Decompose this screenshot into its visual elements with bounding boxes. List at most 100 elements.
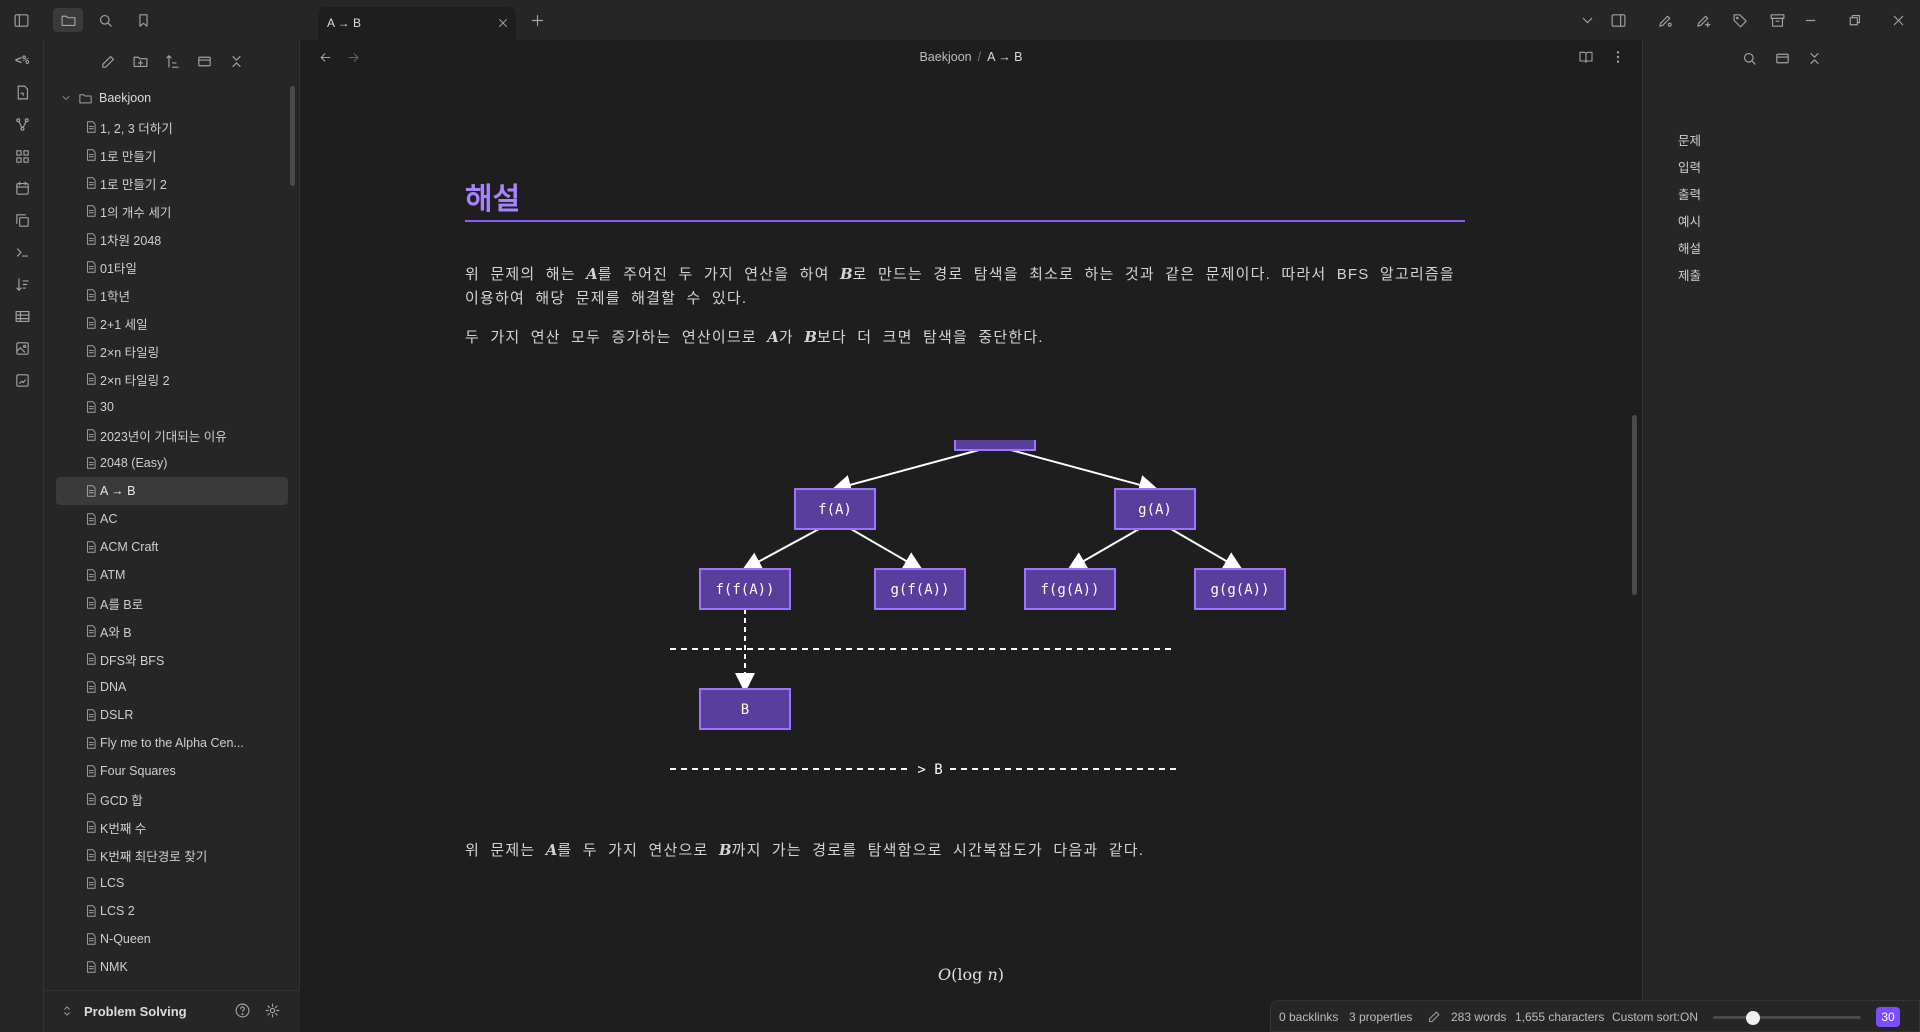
help-button[interactable] xyxy=(234,1002,251,1022)
outline-collapse-button[interactable] xyxy=(1806,50,1823,70)
close-window-button[interactable] xyxy=(1883,8,1913,32)
file-item[interactable]: A → B xyxy=(56,477,288,505)
file-item[interactable]: 1, 2, 3 더하기 xyxy=(56,113,288,141)
bookmarks-view-button[interactable] xyxy=(128,8,158,32)
file-item[interactable]: 1차원 2048 xyxy=(56,225,288,253)
file-item[interactable]: 1학년 xyxy=(56,281,288,309)
file-item[interactable]: K번째 수 xyxy=(56,813,288,841)
explorer-scrollbar[interactable] xyxy=(290,86,295,186)
templates-button[interactable] xyxy=(12,210,32,230)
properties-count[interactable]: 3 properties xyxy=(1349,1010,1412,1024)
outline-view-button[interactable] xyxy=(1774,50,1791,70)
tab-close-button[interactable] xyxy=(494,14,512,32)
restore-button[interactable] xyxy=(1839,8,1869,32)
file-item[interactable]: ACM Craft xyxy=(56,533,288,561)
change-sort-button[interactable] xyxy=(160,50,184,72)
file-label: Fly me to the Alpha Cen... xyxy=(100,736,244,750)
settings-button[interactable] xyxy=(264,1002,281,1022)
search-view-button[interactable] xyxy=(90,8,120,32)
file-item[interactable]: DNA xyxy=(56,673,288,701)
editor-scrollbar[interactable] xyxy=(1632,415,1637,595)
outline-search-button[interactable] xyxy=(1741,50,1758,70)
outline-item[interactable]: 해설 xyxy=(1678,238,1701,257)
outline-item[interactable]: 예시 xyxy=(1678,211,1701,230)
file-item[interactable]: 1로 만들기 xyxy=(56,141,288,169)
file-item[interactable]: 2048 (Easy) xyxy=(56,449,288,477)
file-item[interactable]: ATM xyxy=(56,561,288,589)
file-item[interactable]: 1의 개수 세기 xyxy=(56,197,288,225)
file-item[interactable]: DSLR xyxy=(56,701,288,729)
toggle-right-sidebar-button[interactable] xyxy=(1603,8,1633,32)
more-options-button[interactable] xyxy=(1610,49,1626,68)
file-item[interactable]: AC xyxy=(56,505,288,533)
edge-l1_left-l2_1 xyxy=(741,528,820,571)
publish-button[interactable] xyxy=(1688,8,1718,32)
zoom-slider-knob[interactable] xyxy=(1745,1011,1760,1025)
breadcrumb-file[interactable]: A → B xyxy=(987,50,1022,64)
file-item[interactable]: 01타일 xyxy=(56,253,288,281)
file-label: K번째 수 xyxy=(100,821,147,836)
open-quick-switcher-button[interactable] xyxy=(12,82,32,102)
reading-view-button[interactable] xyxy=(1578,49,1594,68)
file-item[interactable]: K번째 최단경로 찾기 xyxy=(56,841,288,869)
new-folder-button[interactable] xyxy=(128,50,152,72)
table-button[interactable] xyxy=(12,306,32,326)
new-note-button[interactable] xyxy=(96,50,120,72)
vault-switcher[interactable]: Problem Solving xyxy=(44,990,300,1032)
outline-item[interactable]: 출력 xyxy=(1678,184,1701,203)
backlinks-count[interactable]: 0 backlinks xyxy=(1279,1010,1338,1024)
collapse-all-button[interactable] xyxy=(224,50,248,72)
command-palette-button[interactable] xyxy=(12,242,32,262)
tab-a-to-b[interactable]: A → B xyxy=(318,7,516,40)
sync-button[interactable] xyxy=(1650,8,1680,32)
templater-button[interactable]: <% xyxy=(12,50,32,70)
file-item[interactable]: 2023년이 기대되는 이유 xyxy=(56,421,288,449)
outline-item[interactable]: 입력 xyxy=(1678,157,1701,176)
graph-view-button[interactable] xyxy=(12,114,32,134)
image-button[interactable] xyxy=(12,338,32,358)
toggle-left-sidebar-button[interactable] xyxy=(6,8,36,32)
sort-button[interactable] xyxy=(12,274,32,294)
file-item[interactable]: LCS xyxy=(56,869,288,897)
excalidraw-button[interactable] xyxy=(12,370,32,390)
file-item[interactable]: 2+1 세일 xyxy=(56,309,288,337)
daily-note-button[interactable] xyxy=(12,178,32,198)
file-item[interactable]: A를 B로 xyxy=(56,589,288,617)
file-icon xyxy=(87,933,96,945)
folder-baekjoon[interactable]: Baekjoon xyxy=(60,88,151,108)
file-item[interactable]: 30 xyxy=(56,393,288,421)
file-icon xyxy=(87,569,96,581)
zoom-value-badge[interactable]: 30 xyxy=(1876,1007,1900,1027)
outline-item[interactable]: 문제 xyxy=(1678,130,1701,149)
file-list: 1, 2, 3 더하기 1로 만들기 1로 만들기 2 1의 개수 세기 1차원 204… xyxy=(56,113,288,981)
custom-sort-status[interactable]: Custom sort:ON xyxy=(1612,1010,1698,1024)
file-item[interactable]: N-Queen xyxy=(56,925,288,953)
tab-list-button[interactable] xyxy=(1572,8,1602,32)
file-label: ATM xyxy=(100,568,126,582)
auto-reveal-button[interactable] xyxy=(192,50,216,72)
minimize-button[interactable] xyxy=(1795,8,1825,32)
breadcrumb-folder[interactable]: Baekjoon xyxy=(919,50,971,64)
file-item[interactable]: 2×n 타일링 2 xyxy=(56,365,288,393)
files-view-button[interactable] xyxy=(53,8,83,32)
outline-item[interactable]: 제출 xyxy=(1678,265,1701,284)
file-item[interactable]: LCS 2 xyxy=(56,897,288,925)
file-icon xyxy=(87,317,96,329)
file-item[interactable]: Fly me to the Alpha Cen... xyxy=(56,729,288,757)
zoom-slider[interactable] xyxy=(1713,1011,1861,1025)
file-item[interactable]: DFS와 BFS xyxy=(56,645,288,673)
archive-button[interactable] xyxy=(1762,8,1792,32)
file-item[interactable]: 1로 만들기 2 xyxy=(56,169,288,197)
canvas-button[interactable] xyxy=(12,146,32,166)
file-item[interactable]: 2×n 타일링 xyxy=(56,337,288,365)
file-icon xyxy=(87,541,96,553)
tags-button[interactable] xyxy=(1725,8,1755,32)
file-item[interactable]: Four Squares xyxy=(56,757,288,785)
math-b: B xyxy=(839,265,853,283)
file-item[interactable]: A와 B xyxy=(56,617,288,645)
file-item[interactable]: NMK xyxy=(56,953,288,981)
new-tab-button[interactable] xyxy=(522,8,552,32)
file-item[interactable]: GCD 합 xyxy=(56,785,288,813)
pencil-icon[interactable] xyxy=(1427,1009,1442,1024)
file-icon xyxy=(87,289,96,301)
